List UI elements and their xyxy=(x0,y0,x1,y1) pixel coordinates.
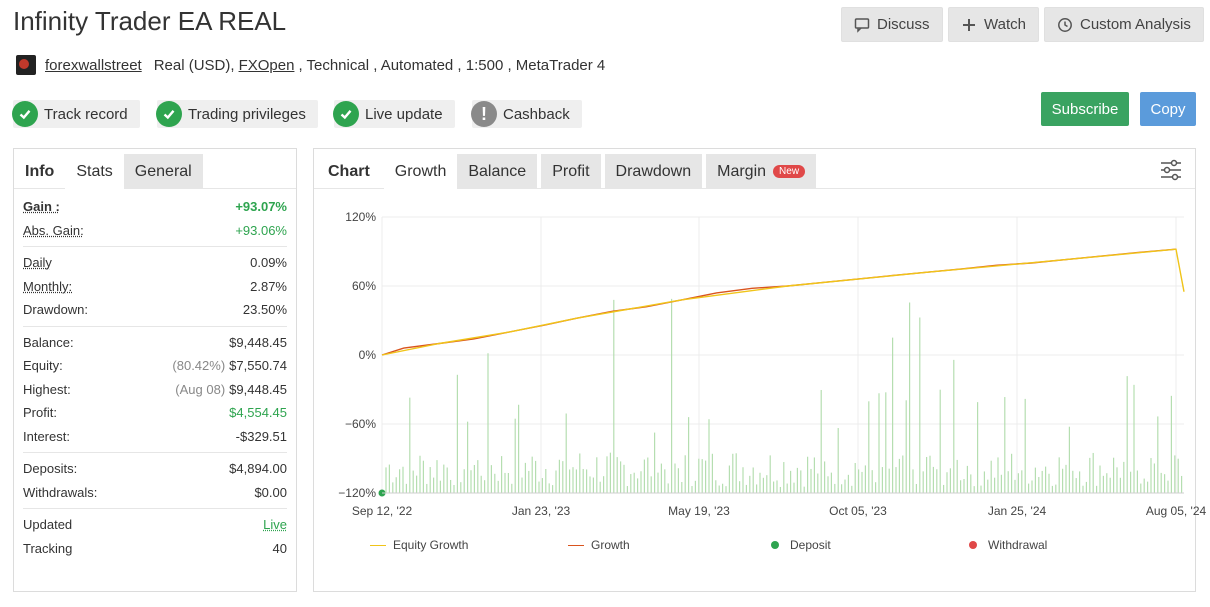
legend-label: Growth xyxy=(591,538,630,552)
y-tick-label: 0% xyxy=(359,348,377,362)
growth-chart: 120% 60% 0% −60% −120% Sep 12, '22 Jan 23, '2… xyxy=(338,210,1207,518)
x-tick-label: Jan 25, '24 xyxy=(988,504,1047,518)
legend-line-swatch xyxy=(568,544,584,546)
chart-grid xyxy=(381,216,1184,494)
activity-bars xyxy=(385,298,1183,493)
x-tick-label: May 19, '23 xyxy=(668,504,730,518)
legend-label: Deposit xyxy=(790,538,831,552)
legend-label: Equity Growth xyxy=(393,538,469,552)
legend-withdrawal[interactable]: Withdrawal xyxy=(969,538,1047,552)
legend-dot-swatch xyxy=(771,541,779,549)
x-tick-label: Sep 12, '22 xyxy=(352,504,413,518)
growth-series-line xyxy=(381,248,1177,356)
equity-growth-series-line xyxy=(381,248,1185,356)
legend-equity-growth[interactable]: Equity Growth xyxy=(370,538,468,552)
x-tick-label: Oct 05, '23 xyxy=(829,504,887,518)
y-tick-label: 120% xyxy=(345,210,376,224)
y-tick-label: −120% xyxy=(338,486,376,500)
legend-label: Withdrawal xyxy=(988,538,1048,552)
y-tick-label: −60% xyxy=(345,417,376,431)
y-tick-label: 60% xyxy=(352,279,376,293)
y-axis: 120% 60% 0% −60% −120% xyxy=(338,210,376,500)
legend-growth[interactable]: Growth xyxy=(568,538,630,552)
legend-deposit[interactable]: Deposit xyxy=(771,538,831,552)
legend-dot-swatch xyxy=(969,541,977,549)
x-axis: Sep 12, '22 Jan 23, '23 May 19, '23 Oct 05,… xyxy=(352,492,1207,518)
legend-line-swatch xyxy=(370,544,386,546)
x-tick-label: Jan 23, '23 xyxy=(512,504,571,518)
x-tick-label: Aug 05, '24 xyxy=(1146,504,1207,518)
